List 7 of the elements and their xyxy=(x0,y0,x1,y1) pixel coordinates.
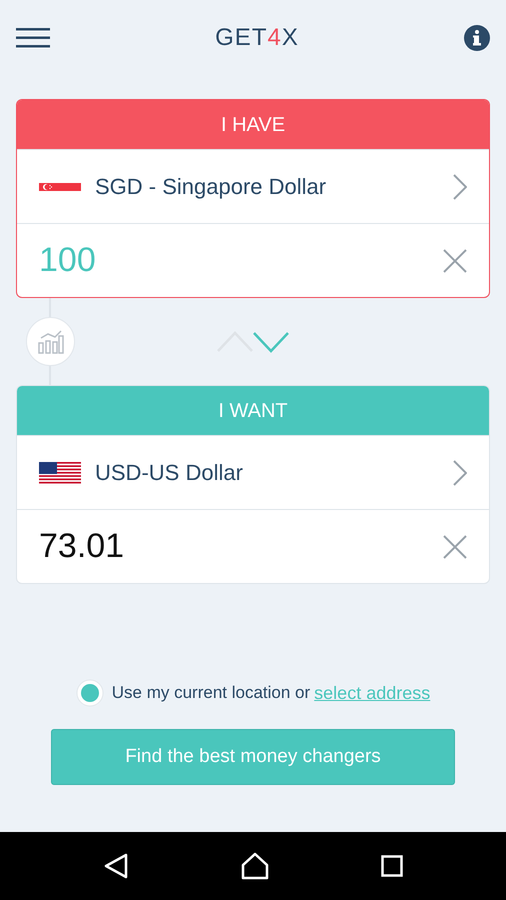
card-header: I WANT xyxy=(17,386,489,435)
location-label: Use my current location or xyxy=(112,682,310,704)
logo: GET4X xyxy=(215,22,299,52)
currency-selector[interactable]: USD-US Dollar xyxy=(17,435,489,509)
currency-selector[interactable]: SGD - Singapore Dollar xyxy=(17,149,489,223)
card-header: I HAVE xyxy=(17,100,489,149)
amount-field[interactable]: 73.01 xyxy=(39,521,443,572)
